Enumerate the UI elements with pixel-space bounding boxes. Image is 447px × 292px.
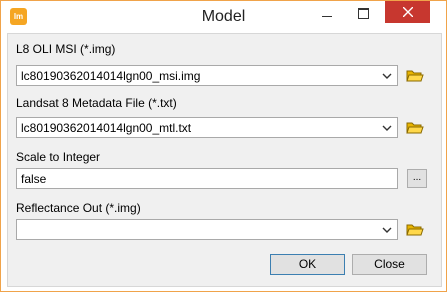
ok-button[interactable]: OK	[270, 254, 345, 275]
l8-oli-msi-label: L8 OLI MSI (*.img)	[16, 42, 116, 56]
l8-oli-msi-combobox[interactable]: lc80190362014014lgn00_msi.img	[16, 65, 398, 86]
open-folder-icon[interactable]	[404, 65, 426, 85]
maximize-button[interactable]	[346, 1, 380, 25]
dialog-body: L8 OLI MSI (*.img) lc80190362014014lgn00…	[7, 33, 442, 287]
minimize-icon	[322, 15, 332, 17]
metadata-file-value: lc80190362014014lgn00_mtl.txt	[21, 121, 192, 135]
open-folder-icon[interactable]	[404, 219, 426, 239]
title-bar[interactable]: lm Model	[1, 1, 446, 33]
l8-oli-msi-value: lc80190362014014lgn00_msi.img	[21, 69, 201, 83]
app-icon: lm	[10, 8, 27, 25]
close-window-button[interactable]	[385, 1, 430, 23]
reflectance-out-label: Reflectance Out (*.img)	[16, 201, 141, 215]
maximize-icon	[357, 7, 369, 19]
chevron-down-icon[interactable]	[380, 223, 394, 237]
reflectance-out-combobox[interactable]	[16, 219, 398, 240]
metadata-file-combobox[interactable]: lc80190362014014lgn00_mtl.txt	[16, 117, 398, 138]
model-dialog: lm Model L8 OLI MSI (*.img) lc8019036201…	[0, 0, 447, 292]
chevron-down-icon[interactable]	[380, 121, 394, 135]
scale-to-integer-label: Scale to Integer	[16, 150, 101, 164]
scale-to-integer-input[interactable]: false	[16, 168, 398, 189]
close-icon	[402, 7, 413, 17]
scale-to-integer-value: false	[21, 172, 47, 186]
close-button[interactable]: Close	[352, 254, 427, 275]
chevron-down-icon[interactable]	[380, 69, 394, 83]
open-folder-icon[interactable]	[404, 117, 426, 137]
metadata-file-label: Landsat 8 Metadata File (*.txt)	[16, 96, 177, 110]
scale-browse-button[interactable]: ...	[407, 169, 427, 188]
minimize-button[interactable]	[310, 1, 344, 25]
